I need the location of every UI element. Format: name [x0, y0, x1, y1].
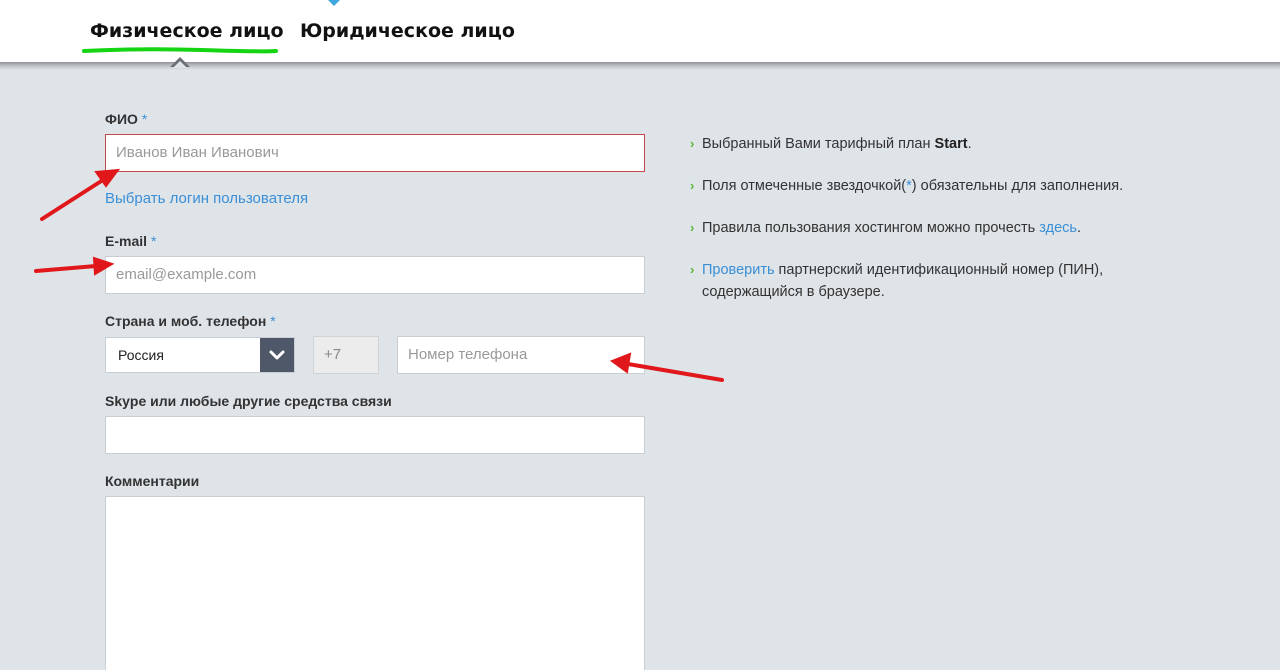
required-star: * — [151, 233, 157, 249]
fio-placeholder: Иванов Иван Иванович — [116, 144, 279, 161]
choose-login-link[interactable]: Выбрать логин пользователя — [105, 190, 308, 207]
active-tab-pointer-inner — [173, 61, 187, 68]
info-required-start: Поля отмеченные звездочкой( — [702, 178, 907, 194]
country-select-value: Россия — [118, 347, 164, 363]
required-star: * — [270, 313, 276, 329]
comments-label: Комментарии — [105, 473, 200, 489]
tab-bar: Физическое лицо Юридическое лицо — [0, 0, 1280, 62]
required-star: * — [141, 111, 148, 127]
info-item-plan: › Выбранный Вами тарифный план Start. — [690, 133, 1170, 155]
chevron-right-icon: › — [690, 178, 695, 193]
tab-individual[interactable]: Физическое лицо — [90, 20, 284, 42]
rules-link[interactable]: здесь — [1039, 220, 1077, 236]
top-caret-icon — [328, 0, 340, 6]
email-placeholder: email@example.com — [116, 266, 257, 283]
phone-code-field: +7 — [313, 336, 379, 374]
active-tab-underline — [82, 47, 278, 54]
info-required-end: ) обязательны для заполнения. — [911, 178, 1124, 194]
chevron-right-icon: › — [690, 220, 695, 235]
chevron-down-icon — [269, 350, 285, 360]
phone-label: Страна и моб. телефон * — [105, 313, 276, 329]
info-rules-end: . — [1076, 220, 1081, 236]
info-plan-name: Start — [934, 136, 968, 152]
info-item-required: › Поля отмеченные звездочкой(*) обязатель… — [690, 175, 1170, 197]
fio-label: ФИО * — [105, 111, 147, 127]
fio-label-text: ФИО — [105, 111, 138, 127]
tab-bar-shadow — [0, 62, 1280, 70]
tab-legal[interactable]: Юридическое лицо — [300, 20, 515, 42]
skype-label: Skype или любые другие средства связи — [105, 393, 392, 409]
email-label-text: E-mail — [105, 233, 148, 249]
email-label: E-mail * — [105, 233, 156, 249]
phone-number-input[interactable]: Номер телефона — [397, 336, 645, 374]
info-pin-text-2: содержащийся в браузере. — [702, 284, 885, 300]
annotation-arrow-email — [34, 264, 98, 273]
info-pin-text: партнерский идентификационный номер (ПИН… — [774, 262, 1104, 278]
check-pin-link[interactable]: Проверить — [702, 262, 775, 278]
info-plan-text: Выбранный Вами тарифный план — [702, 136, 935, 152]
info-item-rules: › Правила пользования хостингом можно про… — [690, 217, 1170, 239]
annotation-arrow-fio — [40, 176, 108, 221]
phone-label-text: Страна и моб. телефон — [105, 313, 267, 329]
country-select[interactable]: Россия — [105, 337, 295, 373]
fio-input[interactable]: Иванов Иван Иванович — [105, 134, 645, 172]
dropdown-button[interactable] — [260, 338, 294, 372]
annotation-arrowhead-fio — [94, 168, 121, 188]
skype-input[interactable] — [105, 416, 645, 454]
comments-textarea[interactable] — [105, 496, 645, 670]
info-rules-text: Правила пользования хостингом можно проч… — [702, 220, 1040, 236]
phone-placeholder: Номер телефона — [408, 346, 528, 363]
info-item-pin: › Проверить партнерский идентификационный… — [690, 259, 1170, 303]
email-input[interactable]: email@example.com — [105, 256, 645, 294]
chevron-right-icon: › — [690, 262, 695, 277]
info-plan-end: . — [967, 136, 972, 152]
chevron-right-icon: › — [690, 136, 695, 151]
